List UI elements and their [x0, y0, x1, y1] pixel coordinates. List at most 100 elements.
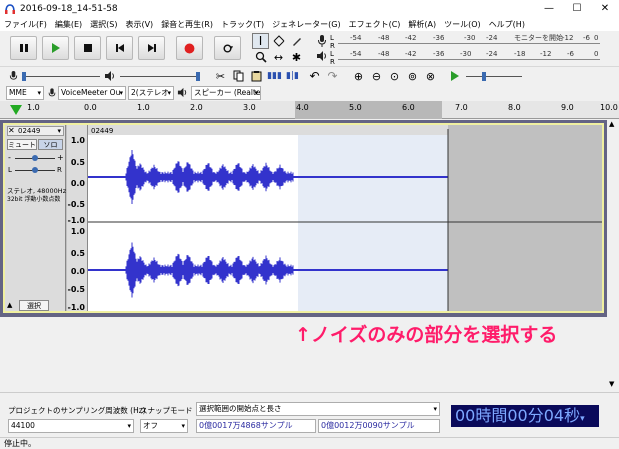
fit-project-button[interactable]: ⊚: [404, 68, 421, 84]
gain-slider-thumb[interactable]: [32, 155, 38, 161]
menu-bar: ファイル(F) 編集(E) 選択(S) 表示(V) 録音と再生(R) トラック(…: [0, 17, 619, 31]
clip-title-bar[interactable]: [88, 125, 448, 135]
close-icon[interactable]: ✕: [591, 0, 619, 17]
timeshift-tool-button[interactable]: ↔: [270, 49, 287, 65]
status-bar: 停止中。: [0, 437, 619, 449]
menu-analyze[interactable]: 解析(A): [404, 19, 440, 30]
menu-view[interactable]: 表示(V): [121, 19, 157, 30]
input-device-value: VoiceMeeter Ou: [61, 88, 121, 97]
scroll-up-icon[interactable]: ▲: [609, 120, 614, 128]
play-speed-slider[interactable]: [466, 76, 522, 77]
playback-volume-thumb[interactable]: [196, 72, 200, 81]
amplitude-scale[interactable]: 1.0 0.5 0.0 -0.5 -1.0 1.0 0.5 0.0 -0.5 -…: [67, 125, 88, 312]
skip-end-button[interactable]: [138, 36, 165, 60]
chevron-down-icon: ▾: [181, 422, 185, 430]
fit-selection-button[interactable]: ⊙: [386, 68, 403, 84]
track-name-menu[interactable]: 02449 ▾: [7, 126, 64, 136]
scale-label: -0.5: [67, 285, 86, 294]
mute-button[interactable]: ミュート: [7, 139, 37, 150]
audio-position-display[interactable]: 00時間00分04秒▾: [451, 405, 599, 427]
undo-button[interactable]: ↶: [306, 68, 323, 84]
selection-highlight[interactable]: [298, 129, 448, 311]
zoom-tool-button[interactable]: [252, 49, 269, 65]
pan-left-label: L: [8, 166, 12, 174]
selection-length-field[interactable]: 0億0012万0090サンプル: [318, 419, 440, 433]
zoom-out-button[interactable]: ⊖: [368, 68, 385, 84]
pause-button[interactable]: [10, 36, 37, 60]
snap-mode-label: スナップモード: [140, 406, 193, 415]
menu-transport[interactable]: 録音と再生(R): [157, 19, 217, 30]
pin-playhead-icon[interactable]: [10, 105, 22, 115]
menu-tools[interactable]: ツール(O): [440, 19, 485, 30]
zoom-in-button[interactable]: ⊕: [350, 68, 367, 84]
timeline-ruler[interactable]: 1.0 0.0 1.0 2.0 3.0 4.0 5.0 6.0 7.0 8.0 …: [0, 101, 619, 119]
selection-start-field[interactable]: 0億0017万4868サンプル: [196, 419, 316, 433]
track-close-icon[interactable]: ✕: [8, 126, 15, 135]
record-button[interactable]: [176, 36, 203, 60]
record-meter-tick: -48: [378, 34, 390, 42]
menu-tracks[interactable]: トラック(T): [217, 19, 268, 30]
paste-button[interactable]: [248, 68, 265, 84]
output-device-select[interactable]: スピーカー (Realte ▾: [191, 86, 261, 100]
pan-slider-thumb[interactable]: [32, 167, 38, 173]
scroll-down-icon[interactable]: ▼: [609, 380, 614, 388]
audio-host-select[interactable]: MME ▾: [6, 86, 44, 100]
record-meter-tick: -6: [583, 34, 590, 42]
input-device-select[interactable]: VoiceMeeter Ou ▾: [58, 86, 126, 100]
menu-file[interactable]: ファイル(F): [0, 19, 51, 30]
redo-button[interactable]: ↷: [324, 68, 341, 84]
envelope-tool-button[interactable]: [270, 33, 287, 49]
trim-button[interactable]: ▮▮▮: [266, 68, 283, 84]
loop-button[interactable]: [214, 36, 241, 60]
snap-mode-select[interactable]: オフ ▾: [140, 419, 188, 433]
play-speed-thumb[interactable]: [482, 72, 486, 81]
zoom-toggle-button[interactable]: ⊗: [422, 68, 439, 84]
record-meter[interactable]: -54 -48 -42 -36 -30 -24 モニターを開始 -12 -6 0: [338, 33, 600, 45]
menu-edit[interactable]: 編集(E): [51, 19, 86, 30]
multi-tool-button[interactable]: ✱: [288, 49, 305, 65]
playback-meter[interactable]: -54 -48 -42 -36 -30 -24 -18 -12 -6 0: [338, 50, 600, 61]
record-meter-tick: -42: [405, 34, 417, 42]
ruler-label: 10.0: [600, 103, 618, 112]
scale-label: 0.0: [70, 179, 85, 188]
cut-button[interactable]: ✂: [212, 68, 229, 84]
solo-button[interactable]: ソロ: [38, 139, 63, 150]
scale-label: 0.0: [70, 267, 85, 276]
play-button[interactable]: [42, 36, 69, 60]
stop-button[interactable]: [74, 36, 101, 60]
record-volume-slider[interactable]: [24, 76, 100, 77]
selection-tool-button[interactable]: I: [252, 33, 269, 49]
collapse-icon[interactable]: ▲: [7, 301, 12, 309]
record-volume-thumb[interactable]: [22, 72, 26, 81]
skip-start-button[interactable]: [106, 36, 133, 60]
audio-host-value: MME: [9, 88, 27, 97]
zoom-in-icon: ⊕: [353, 69, 364, 83]
silence-button[interactable]: ▮|▮: [284, 68, 301, 84]
stop-icon: [83, 44, 92, 52]
playback-volume-slider[interactable]: [120, 76, 200, 77]
selection-start-value: 0億0017万4868サンプル: [199, 421, 293, 430]
monitor-label[interactable]: モニターを開始: [514, 33, 563, 43]
device-toolbar: MME ▾ VoiceMeeter Ou ▾ 2(ステレオ ▾ スピーカー (Real…: [0, 85, 619, 101]
play-at-speed-button[interactable]: [446, 68, 463, 84]
menu-select[interactable]: 選択(S): [86, 19, 121, 30]
waveform-view[interactable]: 02449: [88, 125, 602, 311]
play-meter-lr-label: LR: [330, 50, 335, 66]
chevron-down-icon: ▾: [127, 422, 131, 430]
gain-plus-label: +: [57, 153, 64, 162]
loop-icon: [223, 44, 233, 52]
draw-tool-button[interactable]: [288, 33, 305, 49]
select-track-button[interactable]: 選択: [19, 300, 49, 311]
selection-mode-select[interactable]: 選択範囲の開始点と長さ ▾: [196, 402, 440, 416]
project-rate-select[interactable]: 44100 ▾: [8, 419, 134, 433]
play-meter-tick: -54: [350, 50, 362, 58]
maximize-icon[interactable]: ☐: [563, 0, 591, 17]
input-channels-select[interactable]: 2(ステレオ ▾: [128, 86, 174, 100]
menu-effect[interactable]: エフェクト(C): [345, 19, 405, 30]
ruler-label: 8.0: [508, 103, 521, 112]
menu-help[interactable]: ヘルプ(H): [485, 19, 529, 30]
menu-generate[interactable]: ジェネレーター(G): [268, 19, 344, 30]
vertical-scrollbar[interactable]: ▲ ▼: [607, 120, 619, 390]
copy-button[interactable]: [230, 68, 247, 84]
minimize-icon[interactable]: —: [535, 0, 563, 17]
